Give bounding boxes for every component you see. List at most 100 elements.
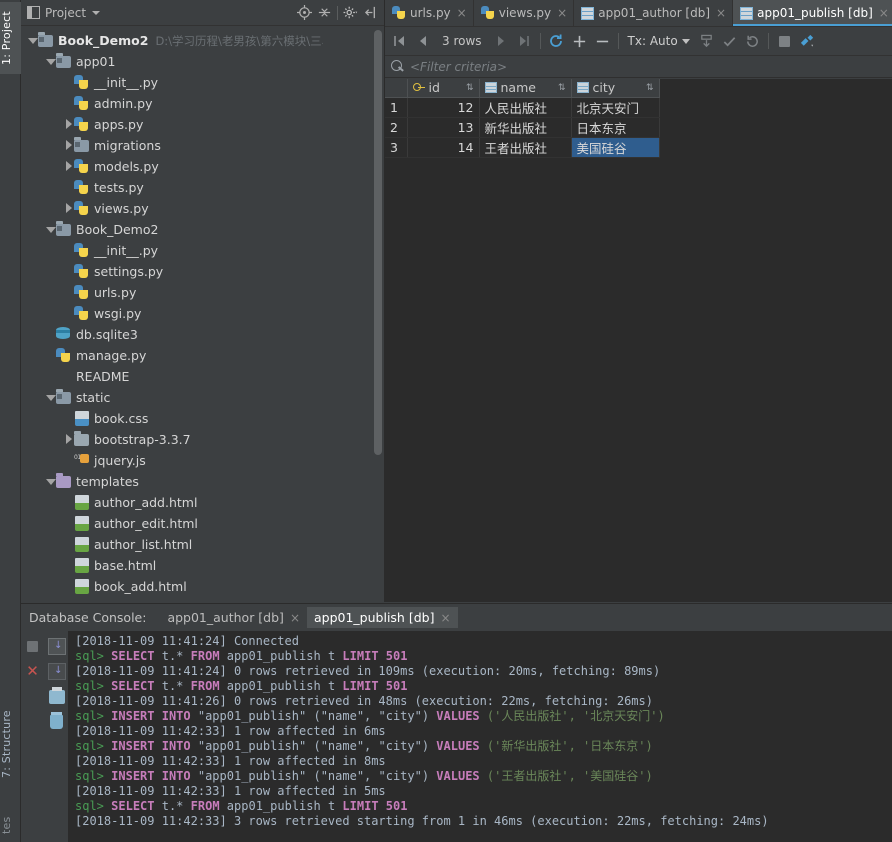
tree-item-manage-py[interactable]: manage.py [21,345,384,366]
next-page-button[interactable] [491,31,512,52]
tree-item-static[interactable]: static [21,387,384,408]
tree-toggle-arrow-icon[interactable] [45,224,56,235]
tree-item-base-html[interactable]: base.html [21,555,384,576]
sort-toggle-icon[interactable]: ⇅ [548,83,566,93]
sort-toggle-icon[interactable]: ⇅ [636,83,654,93]
transaction-mode-select[interactable]: Tx: Auto [624,34,694,48]
close-icon[interactable]: × [290,611,300,625]
close-icon[interactable]: × [557,6,567,20]
sort-toggle-icon[interactable]: ⇅ [456,83,474,93]
tree-item-book-add-html[interactable]: book_add.html [21,576,384,597]
editor-tab-views-py[interactable]: views.py × [474,0,575,26]
stop-icon[interactable] [774,31,795,52]
cell-id[interactable]: 12 [407,97,480,118]
db-settings-icon[interactable] [797,31,818,52]
column-header-name[interactable]: name ⇅ [479,79,572,98]
tree-item--init-py[interactable]: __init__.py [21,72,384,93]
table-row[interactable]: 3 14 王者出版社 美国硅谷 [385,137,660,158]
last-page-button[interactable] [514,31,535,52]
close-icon[interactable]: × [457,6,467,20]
tree-item-tests-py[interactable]: tests.py [21,177,384,198]
cell-city[interactable]: 北京天安门 [571,97,660,118]
tool-tab-project[interactable]: 1: Project [0,2,21,74]
editor-tab-bar[interactable]: urls.py × views.py × app01_author [db] × app01… [385,0,892,27]
tool-tab-favorites[interactable]: tes [0,810,21,840]
tree-item-wsgi-py[interactable]: wsgi.py [21,303,384,324]
tree-toggle-arrow-icon[interactable] [63,161,74,172]
cell-name[interactable]: 新华出版社 [479,117,572,138]
result-grid[interactable]: id ⇅ name ⇅ city ⇅ 1 12 人民出版社 北京天安门 2 13 新华出版社 日本东京 3… [385,79,892,602]
commit-check-icon[interactable] [719,31,740,52]
cell-id[interactable]: 13 [407,117,480,138]
project-tree-scrollbar[interactable] [374,30,382,455]
table-header-row[interactable]: id ⇅ name ⇅ city ⇅ [385,79,660,98]
stop-icon[interactable] [21,641,45,652]
tree-item-migrations[interactable]: migrations [21,135,384,156]
delete-row-button[interactable] [592,31,613,52]
print-icon[interactable] [45,686,69,704]
table-row[interactable]: 2 13 新华出版社 日本东京 [385,117,660,138]
close-icon[interactable]: × [879,6,889,20]
tree-item-bootstrap-3-3-7[interactable]: bootstrap-3.3.7 [21,429,384,450]
tree-item-templates[interactable]: templates [21,471,384,492]
tree-item-book-demo2[interactable]: Book_Demo2 D:\学习历程\老男孩\第六模块\三、django模 [21,30,384,51]
filter-bar[interactable]: <Filter criteria> [385,56,892,78]
tree-item-book-demo2[interactable]: Book_Demo2 [21,219,384,240]
tree-item-book-css[interactable]: book.css [21,408,384,429]
filter-criteria-input[interactable]: <Filter criteria> [410,60,507,74]
tree-item-app01[interactable]: app01 [21,51,384,72]
tree-toggle-arrow-icon[interactable] [63,434,74,445]
soft-wrap-icon[interactable]: ↓ [45,663,69,680]
column-header-id[interactable]: id ⇅ [407,79,480,98]
tree-item-readme[interactable]: README [21,366,384,387]
tree-toggle-arrow-icon[interactable] [45,56,56,67]
tree-toggle-arrow-icon[interactable] [63,140,74,151]
cancel-icon[interactable]: ✕ [21,664,45,679]
close-icon[interactable]: × [440,611,450,625]
refresh-icon[interactable] [546,31,567,52]
tree-item-author-add-html[interactable]: author_add.html [21,492,384,513]
tree-item-jquery-js[interactable]: jquery.js [21,450,384,471]
tree-item-apps-py[interactable]: apps.py [21,114,384,135]
collapse-all-icon[interactable] [314,3,334,23]
tree-item-settings-py[interactable]: settings.py [21,261,384,282]
first-page-button[interactable] [389,31,410,52]
add-row-button[interactable] [569,31,590,52]
console-tab-app01-author-db-[interactable]: app01_author [db] × [160,607,307,628]
submit-icon[interactable] [696,31,717,52]
tree-toggle-arrow-icon[interactable] [27,35,38,46]
tree-item-author-edit-html[interactable]: author_edit.html [21,513,384,534]
editor-tab-app01-publish-db-[interactable]: app01_publish [db] × [733,0,892,26]
column-header-city[interactable]: city ⇅ [571,79,660,98]
gear-icon[interactable] [341,3,361,23]
chevron-down-icon[interactable] [92,10,101,15]
close-icon[interactable]: × [716,6,726,20]
console-tab-app01-publish-db-[interactable]: app01_publish [db] × [307,607,458,628]
tree-item-admin-py[interactable]: admin.py [21,93,384,114]
tree-toggle-arrow-icon[interactable] [45,392,56,403]
editor-tab-urls-py[interactable]: urls.py × [385,0,474,26]
result-table[interactable]: id ⇅ name ⇅ city ⇅ 1 12 人民出版社 北京天安门 2 13 新华出版社 日本东京 3… [385,79,660,158]
cell-city[interactable]: 美国硅谷 [571,137,660,158]
scroll-to-end-icon[interactable]: ↓ [45,638,69,655]
tree-item-urls-py[interactable]: urls.py [21,282,384,303]
tree-item-author-list-html[interactable]: author_list.html [21,534,384,555]
cell-name[interactable]: 人民出版社 [479,97,572,118]
project-tree[interactable]: Book_Demo2 D:\学习历程\老男孩\第六模块\三、django模 app0… [21,27,384,602]
prev-page-button[interactable] [412,31,433,52]
locate-target-icon[interactable] [294,3,314,23]
tree-item-db-sqlite3[interactable]: db.sqlite3 [21,324,384,345]
tree-item-models-py[interactable]: models.py [21,156,384,177]
tree-toggle-arrow-icon[interactable] [63,119,74,130]
tree-toggle-arrow-icon[interactable] [63,203,74,214]
tree-item-views-py[interactable]: views.py [21,198,384,219]
cell-name[interactable]: 王者出版社 [479,137,572,158]
tree-toggle-arrow-icon[interactable] [45,476,56,487]
tool-tab-structure[interactable]: 7: Structure [0,708,21,782]
cell-city[interactable]: 日本东京 [571,117,660,138]
table-row[interactable]: 1 12 人民出版社 北京天安门 [385,97,660,118]
hide-panel-icon[interactable] [361,3,381,23]
clear-all-icon[interactable] [45,711,69,729]
cell-id[interactable]: 14 [407,137,480,158]
rollback-icon[interactable] [742,31,763,52]
